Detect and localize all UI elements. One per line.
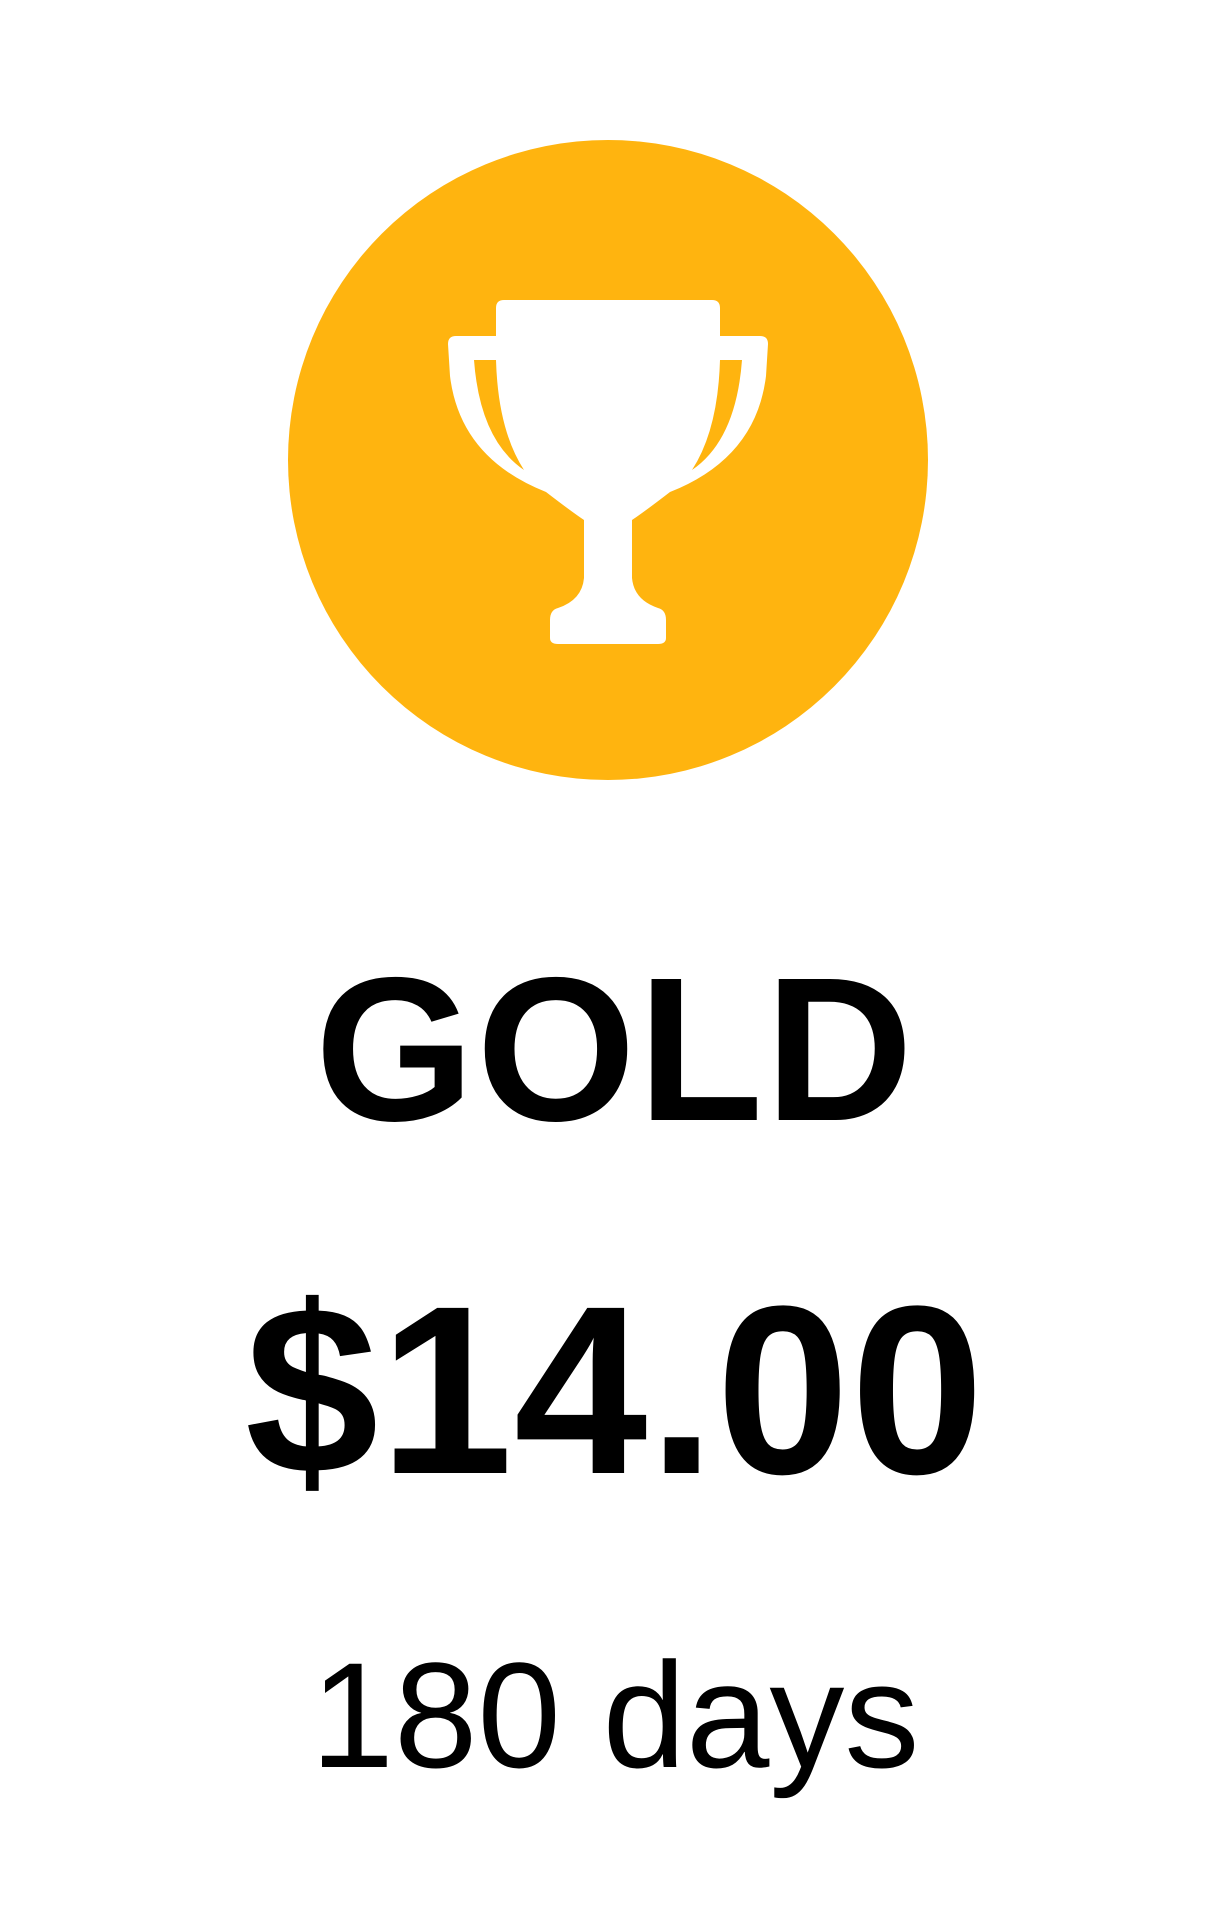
plan-duration: 180 days xyxy=(310,1631,920,1799)
trophy-badge xyxy=(288,140,928,780)
plan-price: $14.00 xyxy=(244,1256,986,1524)
plan-card[interactable]: GOLD $14.00 180 days xyxy=(0,0,1230,1920)
plan-tier-name: GOLD xyxy=(314,935,916,1164)
trophy-icon xyxy=(288,140,928,780)
